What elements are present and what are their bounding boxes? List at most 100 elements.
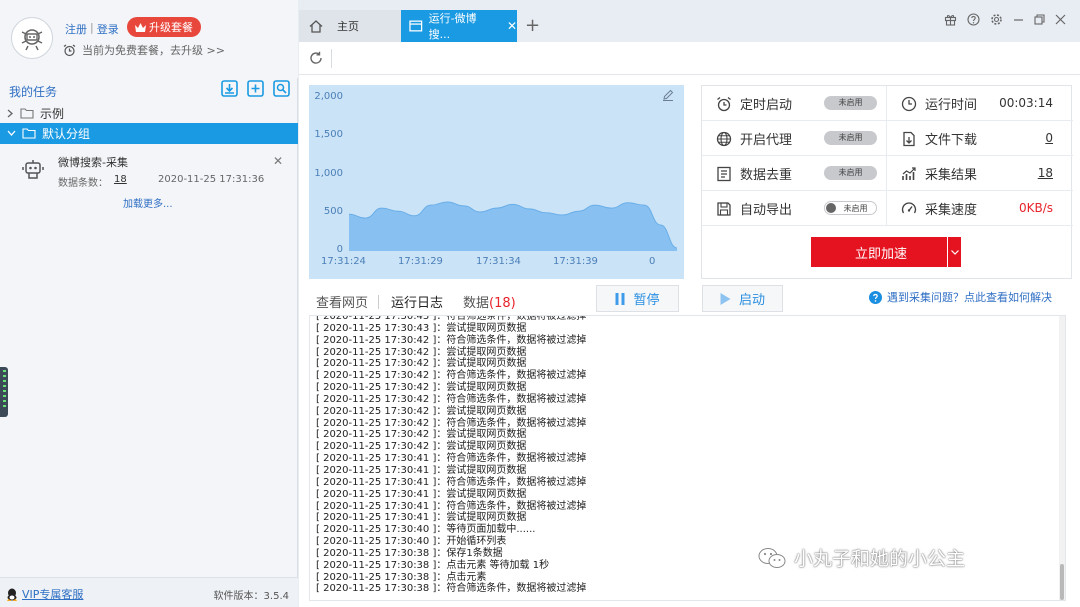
log-line: [ 2020-11-25 17:30:40 ]：开始循环列表	[316, 536, 507, 548]
results-value[interactable]: 18	[1038, 166, 1053, 180]
start-button[interactable]: 启动	[702, 285, 783, 312]
y-tick-label: 0	[336, 244, 343, 255]
import-task-icon[interactable]	[221, 80, 238, 97]
play-icon	[720, 292, 731, 305]
login-link[interactable]: 登录	[97, 21, 119, 37]
file-download-value[interactable]: 0	[1045, 131, 1053, 145]
task-toolbar	[221, 80, 290, 97]
speed-label: 采集速度	[925, 203, 978, 218]
tab-separator	[378, 294, 380, 309]
vip-support-link[interactable]: VIP专属客服	[6, 586, 83, 602]
settings-gear-icon[interactable]	[990, 13, 1003, 26]
side-grip-handle[interactable]	[0, 367, 8, 417]
wechat-logo-icon	[758, 547, 786, 568]
dedupe-toggle[interactable]: 未启用	[824, 166, 877, 180]
log-line: [ 2020-11-25 17:30:38 ]：点击元素 等待加载 1秒	[316, 559, 550, 571]
log-line: [ 2020-11-25 17:30:42 ]：符合筛选条件，数据将被过滤掉	[316, 334, 587, 346]
log-line: [ 2020-11-25 17:30:42 ]：尝试提取网页数据	[316, 405, 527, 417]
tab-run-log[interactable]: 运行日志	[391, 292, 453, 311]
new-task-icon[interactable]	[247, 80, 264, 97]
log-line: [ 2020-11-25 17:30:38 ]：点击元素	[316, 571, 487, 583]
log-line: [ 2020-11-25 17:30:42 ]：尝试提取网页数据	[316, 441, 527, 453]
x-tick-label: 17:31:24	[321, 256, 366, 267]
tab-data[interactable]: 数据(18)	[453, 292, 526, 311]
proxy-label: 开启代理	[740, 133, 793, 148]
scrollbar-thumb[interactable]	[1060, 564, 1064, 600]
log-line: [ 2020-11-25 17:30:42 ]：符合筛选条件，数据将被过滤掉	[316, 417, 587, 429]
toggle-knob	[826, 203, 836, 213]
start-label: 启动	[738, 293, 765, 308]
help-link[interactable]: 遇到采集问题？点此查看如何解决	[869, 289, 1052, 305]
count-value[interactable]: 18	[114, 174, 127, 189]
log-lines: [ 2020-11-25 17:30:43 ]：符合筛选条件，数据将被过滤掉 [ …	[316, 315, 587, 595]
log-scrollbar[interactable]	[1059, 316, 1065, 600]
log-line: [ 2020-11-25 17:30:41 ]：符合筛选条件，数据将被过滤掉	[316, 476, 587, 488]
tree-group-default[interactable]: 默认分组	[0, 123, 298, 144]
search-task-icon[interactable]	[273, 80, 290, 97]
tab-bar: 主页 运行-微博搜... ✕ +	[299, 10, 1080, 42]
file-download-label: 文件下载	[925, 133, 978, 148]
tree-group-examples[interactable]: 示例	[0, 103, 298, 124]
speed-area	[349, 202, 677, 251]
refresh-icon[interactable]	[309, 51, 323, 65]
dedupe-label: 数据去重	[740, 168, 793, 183]
log-line: [ 2020-11-25 17:30:42 ]：尝试提取网页数据	[316, 358, 527, 370]
restore-icon[interactable]	[1034, 14, 1045, 25]
speedometer-icon	[901, 201, 917, 213]
plan-info[interactable]: 当前为免费套餐，去升级 >>	[63, 42, 225, 58]
tab-close-icon[interactable]: ✕	[507, 19, 517, 33]
address-separator	[331, 49, 332, 68]
proxy-cell: 开启代理 未启用	[702, 121, 887, 156]
tab-home[interactable]: 主页	[299, 10, 401, 42]
tree-label: 默认分组	[42, 127, 91, 141]
alarm-clock-icon	[717, 96, 731, 111]
log-line: [ 2020-11-25 17:30:42 ]：符合筛选条件，数据将被过滤掉	[316, 370, 587, 382]
help-label: 遇到采集问题？点此查看如何解决	[887, 291, 1052, 304]
scheduled-start-toggle[interactable]: 未启用	[824, 96, 877, 110]
results-cell: 采集结果 18	[887, 156, 1073, 191]
add-tab-icon[interactable]: +	[525, 15, 540, 36]
proxy-toggle[interactable]: 未启用	[824, 131, 877, 145]
task-time: 2020-11-25 17:31:36	[158, 174, 265, 185]
log-line: [ 2020-11-25 17:30:41 ]：符合筛选条件，数据将被过滤掉	[316, 453, 587, 465]
auto-export-toggle-text: 未启用	[843, 204, 868, 213]
vip-label: VIP专属客服	[22, 588, 84, 601]
qq-icon	[6, 588, 18, 601]
speed-chart: 2,000 1,500 1,000 500 0 17:31:24 17:31:29 17:31…	[309, 85, 684, 279]
robot-task-icon	[22, 160, 44, 179]
log-line: [ 2020-11-25 17:30:43 ]：符合筛选条件，数据将被过滤掉	[316, 315, 587, 322]
count-label: 数据条数：	[58, 178, 108, 189]
pause-button[interactable]: 暂停	[596, 285, 679, 312]
watermark: 小丸子和她的小公主	[758, 544, 965, 571]
accelerate-button[interactable]: 立即加速	[811, 237, 961, 267]
robot-avatar-icon	[21, 29, 43, 51]
upgrade-label: 升级套餐	[149, 21, 193, 34]
my-tasks-title: 我的任务	[9, 85, 58, 99]
folder-icon	[20, 108, 34, 119]
close-icon[interactable]: ✕	[273, 154, 283, 168]
register-link[interactable]: 注册	[65, 21, 87, 37]
auto-export-toggle[interactable]: 未启用	[824, 201, 877, 215]
tree-label: 示例	[40, 107, 65, 121]
edit-pencil-icon[interactable]	[662, 89, 674, 101]
file-download-icon	[903, 131, 915, 146]
dedupe-cell: 数据去重 未启用	[702, 156, 887, 191]
scheduled-start-label: 定时启动	[740, 98, 793, 113]
load-more-link[interactable]: 加载更多...	[123, 195, 173, 210]
y-tick-label: 1,500	[314, 129, 343, 141]
upgrade-button[interactable]: 升级套餐	[127, 17, 201, 37]
log-line: [ 2020-11-25 17:30:40 ]：等待页面加载中......	[316, 524, 536, 536]
minimize-icon[interactable]	[1013, 14, 1024, 25]
task-item[interactable]: 微博搜索-采集 ✕ 数据条数： 18 2020-11-25 17:31:36	[0, 149, 298, 193]
speed-chart-svg	[348, 201, 678, 251]
accelerate-dropdown[interactable]	[947, 237, 961, 267]
tab-running-task[interactable]: 运行-微博搜... ✕	[401, 10, 517, 42]
gift-icon[interactable]	[944, 13, 957, 26]
chevron-down-icon	[7, 130, 16, 136]
help-icon[interactable]	[967, 13, 980, 26]
log-line: [ 2020-11-25 17:30:42 ]：尝试提取网页数据	[316, 382, 527, 394]
close-window-icon[interactable]	[1055, 14, 1066, 25]
tab-view-webpage[interactable]: 查看网页	[316, 292, 378, 311]
avatar[interactable]	[11, 17, 53, 59]
user-header: 注册 | 登录 升级套餐 当前为免费套餐，去升级 >>	[0, 0, 298, 78]
